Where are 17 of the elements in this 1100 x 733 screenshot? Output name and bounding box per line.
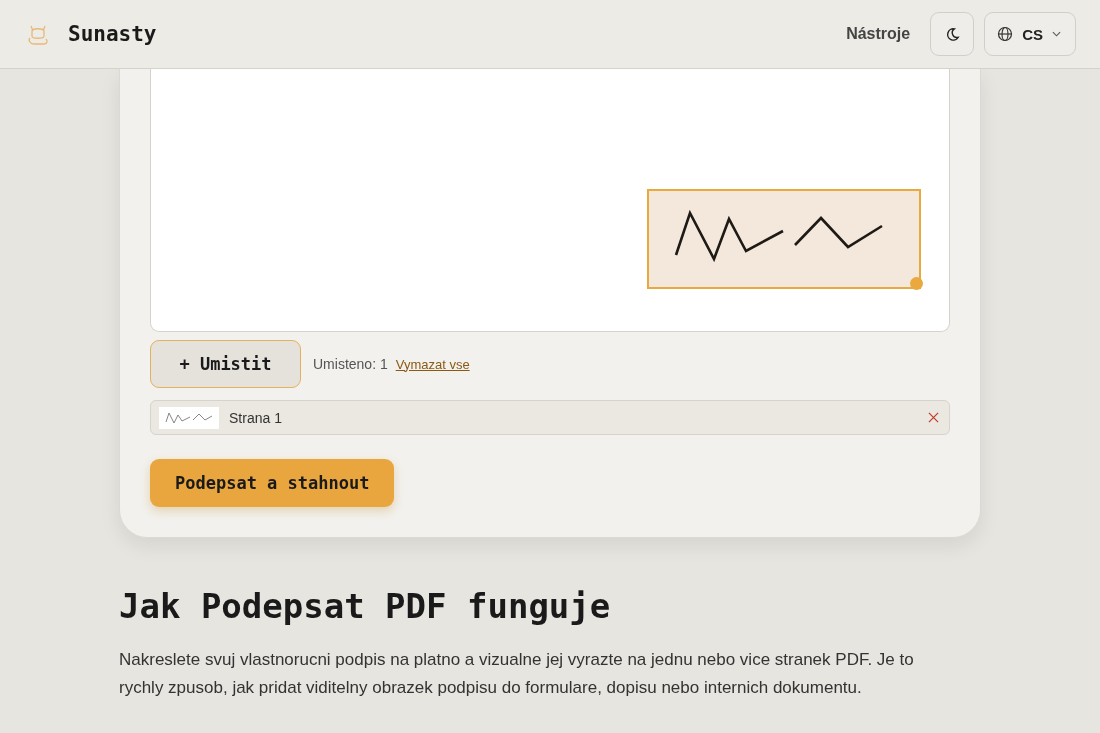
placed-count: Umisteno: 1 — [313, 356, 388, 372]
chevron-down-icon — [1052, 31, 1061, 37]
signature-thumbnail — [159, 406, 219, 429]
close-icon — [928, 412, 939, 423]
clear-all-link[interactable]: Vymazat vse — [395, 356, 470, 372]
theme-toggle-button[interactable] — [930, 12, 975, 56]
language-button[interactable]: CS — [984, 12, 1076, 56]
globe-icon — [997, 26, 1014, 42]
tools-link[interactable]: Nástroje — [846, 25, 911, 43]
remove-button[interactable] — [926, 410, 941, 425]
brand-name: Sunasty — [68, 22, 157, 46]
place-button[interactable]: + Umistit — [150, 340, 301, 388]
paragraph: Nakreslete svuj vlastnorucni podpis na platno a vizualne jej vyrazte na jednu nebo vice stranek PDF. Je to rychly zpusob, jak pridat viditelny obrazek podpisu do formulare, dopisu nebo internich dokumentu. — [119, 649, 915, 699]
section-heading: Jak Podepsat PDF funguje — [119, 586, 612, 626]
page-label: Strana 1 — [229, 409, 283, 426]
sign-download-button[interactable]: Podepsat a stahnout — [150, 459, 395, 507]
moon-icon — [944, 26, 960, 42]
